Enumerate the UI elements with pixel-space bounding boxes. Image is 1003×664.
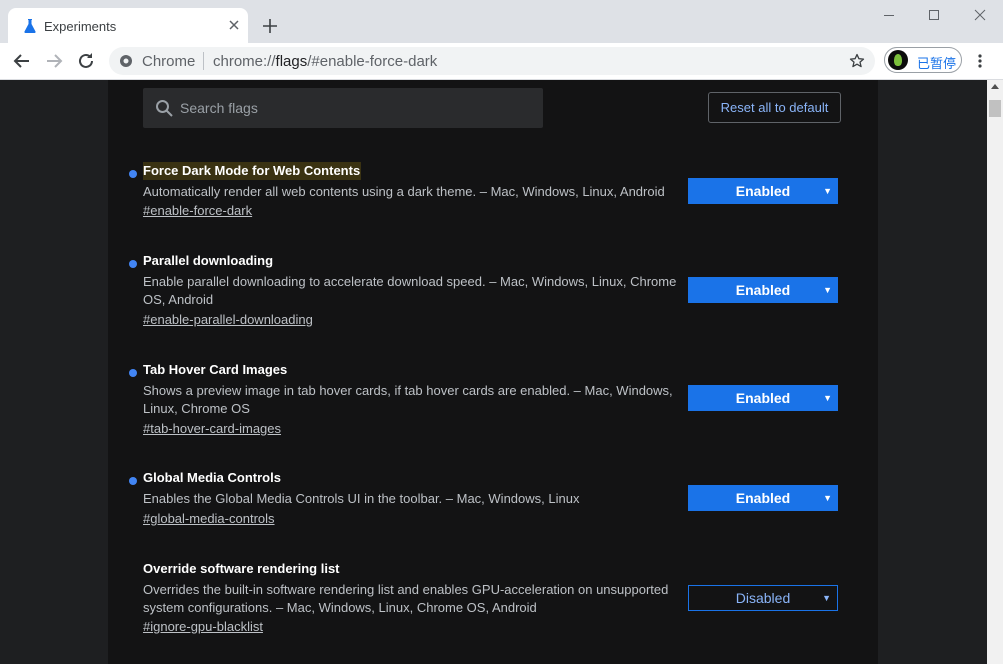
- chevron-down-icon: ▼: [823, 493, 832, 503]
- flag-state-select[interactable]: Disabled ▼: [688, 585, 838, 611]
- modified-indicator: [129, 477, 137, 485]
- flag-link[interactable]: #enable-parallel-downloading: [143, 312, 313, 327]
- omnibox-url[interactable]: chrome://flags/#enable-force-dark: [213, 53, 437, 70]
- new-tab-icon[interactable]: [260, 16, 280, 36]
- chevron-down-icon: ▼: [823, 285, 832, 295]
- profile-button[interactable]: 已暂停: [884, 47, 962, 73]
- forward-icon[interactable]: [43, 50, 65, 72]
- omnibox-chip: Chrome: [142, 53, 196, 70]
- flag-state-value: Enabled: [735, 183, 791, 199]
- scroll-thumb[interactable]: [989, 100, 1001, 117]
- minimize-icon[interactable]: [878, 6, 900, 24]
- more-menu-icon[interactable]: [972, 53, 988, 69]
- flag-state-value: Enabled: [735, 390, 791, 406]
- flag-state-select[interactable]: Enabled ▼: [688, 277, 838, 303]
- window-close-icon[interactable]: [969, 6, 991, 24]
- close-icon[interactable]: [226, 17, 242, 33]
- flag-description: Overrides the built-in software renderin…: [143, 582, 669, 615]
- url-suffix: /#enable-force-dark: [307, 53, 438, 70]
- scroll-up-arrow-icon[interactable]: [991, 84, 999, 89]
- maximize-icon[interactable]: [923, 6, 945, 24]
- flag-state-select[interactable]: Enabled ▼: [688, 178, 838, 204]
- flag-state-value: Disabled: [735, 590, 791, 606]
- tab-experiments[interactable]: Experiments: [8, 8, 248, 43]
- chrome-page-icon: [120, 55, 132, 67]
- tab-title: Experiments: [44, 19, 117, 34]
- omnibox[interactable]: Chrome chrome://flags/#enable-force-dark: [109, 47, 875, 75]
- flag-title: Override software rendering list: [143, 561, 340, 576]
- search-icon: [156, 100, 173, 117]
- flag-description: Enable parallel downloading to accelerat…: [143, 274, 677, 307]
- flag-description: Automatically render all web contents us…: [143, 184, 665, 199]
- page-content: Search flags Reset all to default Force …: [0, 80, 987, 664]
- search-input[interactable]: Search flags: [143, 88, 543, 128]
- flag-state-value: Enabled: [735, 282, 791, 298]
- flag-link[interactable]: #global-media-controls: [143, 511, 275, 526]
- avatar: [888, 50, 908, 70]
- flag-title: Tab Hover Card Images: [143, 362, 288, 377]
- modified-indicator: [129, 170, 137, 178]
- flag-title: Parallel downloading: [143, 253, 274, 268]
- flag-state-select[interactable]: Enabled ▼: [688, 485, 838, 511]
- flag-state-value: Enabled: [735, 490, 791, 506]
- bookmark-star-icon[interactable]: [849, 53, 865, 69]
- modified-indicator: [129, 369, 137, 377]
- flag-title: Global Media Controls: [143, 470, 281, 485]
- omnibox-separator: [203, 52, 204, 70]
- modified-indicator: [129, 260, 137, 268]
- toolbar: Chrome chrome://flags/#enable-force-dark…: [0, 43, 1003, 80]
- flag-title: Force Dark Mode for Web Contents: [143, 162, 362, 180]
- chevron-down-icon: ▼: [822, 593, 831, 603]
- url-host: flags: [275, 53, 308, 70]
- flags-container: Search flags Reset all to default Force …: [108, 80, 878, 664]
- url-prefix: chrome://: [213, 53, 276, 70]
- flag-description: Shows a preview image in tab hover cards…: [143, 383, 673, 416]
- flag-state-select[interactable]: Enabled ▼: [688, 385, 838, 411]
- scrollbar[interactable]: [987, 80, 1003, 664]
- back-icon[interactable]: [11, 50, 33, 72]
- chevron-down-icon: ▼: [823, 186, 832, 196]
- flag-link[interactable]: #ignore-gpu-blacklist: [143, 619, 263, 634]
- flag-link[interactable]: #tab-hover-card-images: [143, 421, 281, 436]
- profile-label: 已暂停: [917, 56, 957, 71]
- reset-all-button[interactable]: Reset all to default: [708, 92, 841, 123]
- search-placeholder: Search flags: [180, 100, 258, 116]
- tab-strip: Experiments: [0, 0, 1003, 43]
- flag-link[interactable]: #enable-force-dark: [143, 203, 252, 218]
- chevron-down-icon: ▼: [823, 393, 832, 403]
- reload-icon[interactable]: [75, 50, 97, 72]
- flask-icon: [24, 19, 36, 33]
- flag-description: Enables the Global Media Controls UI in …: [143, 491, 580, 506]
